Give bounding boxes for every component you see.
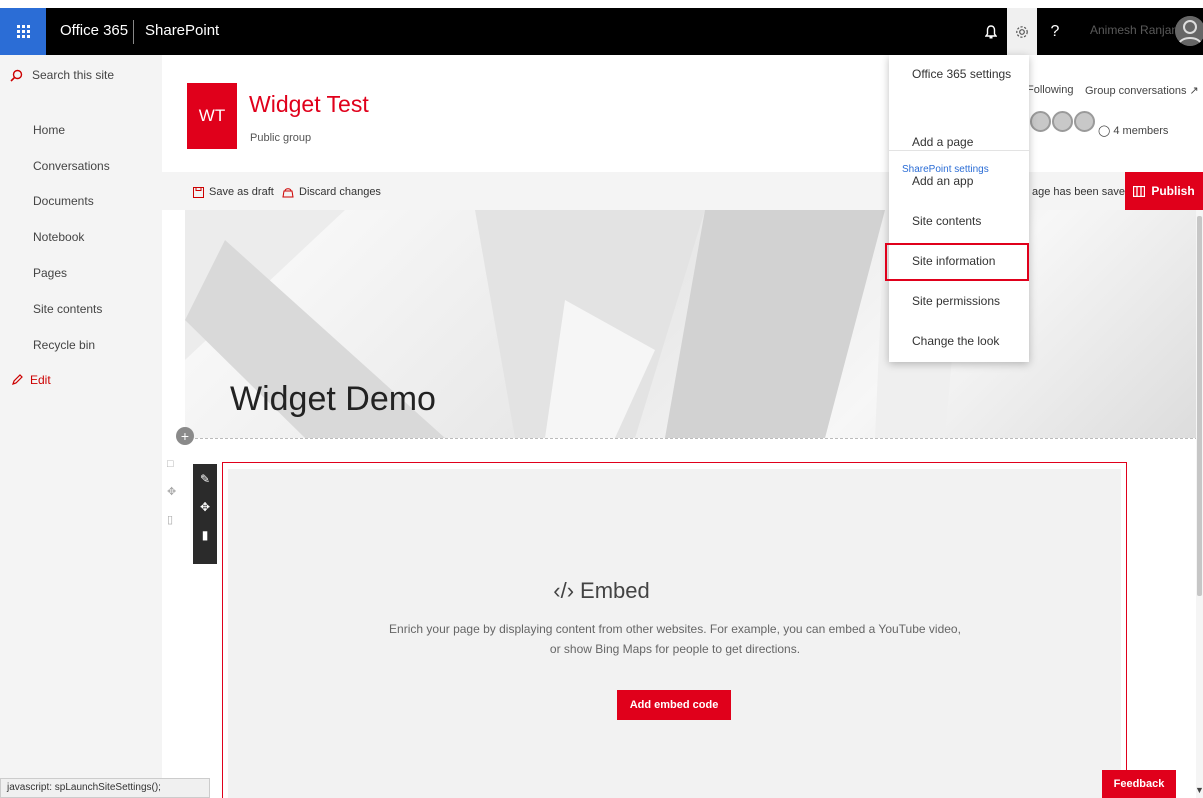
group-conversations-link[interactable]: Group conversations ↗ xyxy=(1085,84,1199,97)
person-icon xyxy=(1175,16,1203,46)
save-as-draft-label: Save as draft xyxy=(209,186,274,198)
members-label: 4 members xyxy=(1113,125,1169,137)
webpart-toolbar: ✎ ✥ ▮ xyxy=(193,464,217,564)
highlight-site-information xyxy=(885,243,1029,281)
page-saved-status: age has been saved xyxy=(1032,186,1132,198)
app-launcher-icon xyxy=(16,25,30,38)
embed-title: Embed xyxy=(580,578,650,603)
members-count[interactable]: ◯ 4 members xyxy=(1098,124,1168,137)
following-link[interactable]: Following xyxy=(1027,84,1073,96)
brand-divider xyxy=(133,20,134,44)
menu-item-site-permissions[interactable]: Site permissions xyxy=(912,294,1000,308)
search-placeholder: Search this site xyxy=(32,68,115,82)
nav-item-recycle-bin[interactable]: Recycle bin xyxy=(33,338,95,352)
edit-label: Edit xyxy=(30,373,51,387)
nav-item-pages[interactable]: Pages xyxy=(33,266,67,280)
edit-section-icon[interactable]: □ xyxy=(167,458,176,470)
discard-icon xyxy=(282,187,294,197)
pencil-icon xyxy=(12,374,23,385)
search-icon xyxy=(10,69,23,82)
left-navigation: Search this site Home Conversations Docu… xyxy=(0,55,162,798)
sharepoint-app-name[interactable]: SharePoint xyxy=(145,22,219,39)
embed-description: Enrich your page by displaying content f… xyxy=(360,619,990,659)
delete-webpart-icon[interactable]: ▮ xyxy=(202,528,209,542)
member-avatar xyxy=(1030,111,1051,132)
person-icon: ◯ xyxy=(1098,125,1114,137)
feedback-button[interactable]: Feedback xyxy=(1102,770,1176,798)
nav-item-notebook[interactable]: Notebook xyxy=(33,230,84,244)
member-avatars[interactable] xyxy=(1030,111,1095,132)
app-launcher-button[interactable] xyxy=(0,8,46,55)
discard-changes-label: Discard changes xyxy=(299,186,381,198)
menu-item-add-page[interactable]: Add a page xyxy=(912,135,973,149)
discard-changes-button[interactable]: Discard changes xyxy=(282,186,381,198)
member-avatar xyxy=(1052,111,1073,132)
embed-description-line: or show Bing Maps for people to get dire… xyxy=(549,642,801,656)
site-title[interactable]: Widget Test xyxy=(249,91,369,118)
save-as-draft-button[interactable]: Save as draft xyxy=(193,186,274,198)
site-logo[interactable]: WT xyxy=(187,83,237,149)
bell-icon xyxy=(985,25,997,39)
scroll-down-arrow[interactable]: ▼ xyxy=(1195,785,1203,795)
menu-item-change-the-look[interactable]: Change the look xyxy=(912,334,999,348)
page-title[interactable]: Widget Demo xyxy=(230,380,436,419)
sharepoint-page: Office 365 SharePoint ? Animesh Ranjan S… xyxy=(0,0,1203,798)
code-icon: ‹/› xyxy=(553,578,575,603)
user-name[interactable]: Animesh Ranjan xyxy=(1090,23,1178,37)
nav-item-home[interactable]: Home xyxy=(33,123,65,137)
menu-item-add-app[interactable]: Add an app xyxy=(912,174,973,188)
add-section-button[interactable]: + xyxy=(176,427,194,445)
publish-label: Publish xyxy=(1151,184,1195,198)
scrollbar-thumb[interactable] xyxy=(1197,216,1202,596)
plus-icon: + xyxy=(180,428,190,444)
browser-status-bar: javascript: spLaunchSiteSettings(); xyxy=(0,778,210,798)
move-section-icon[interactable]: ✥ xyxy=(167,485,176,498)
delete-section-icon[interactable]: ▯ xyxy=(167,513,176,526)
add-embed-code-button[interactable]: Add embed code xyxy=(617,690,731,720)
settings-menu: Office 365 settings SharePoint settings … xyxy=(889,55,1029,362)
member-avatar xyxy=(1074,111,1095,132)
menu-divider xyxy=(889,150,1029,151)
suite-bar: Office 365 SharePoint ? Animesh Ranjan xyxy=(0,8,1203,55)
edit-webpart-icon[interactable]: ✎ xyxy=(200,472,210,486)
site-subtitle: Public group xyxy=(250,132,312,144)
user-avatar[interactable] xyxy=(1175,16,1203,46)
save-icon xyxy=(193,186,204,198)
edit-links-button[interactable]: Edit xyxy=(11,373,51,387)
search-box[interactable]: Search this site xyxy=(10,68,114,82)
menu-item-office-365-settings[interactable]: Office 365 settings xyxy=(912,67,1011,81)
embed-description-line: Enrich your page by displaying content f… xyxy=(389,622,961,636)
publish-icon xyxy=(1133,185,1146,197)
nav-item-site-contents[interactable]: Site contents xyxy=(33,302,102,316)
publish-button[interactable]: Publish xyxy=(1125,172,1203,210)
embed-heading: ‹/› Embed xyxy=(0,578,1203,604)
notifications-button[interactable] xyxy=(978,18,1004,46)
help-button[interactable]: ? xyxy=(1045,18,1065,46)
gear-icon xyxy=(1016,25,1028,38)
nav-item-documents[interactable]: Documents xyxy=(33,194,94,208)
office-365-brand[interactable]: Office 365 xyxy=(60,22,128,39)
section-toolbar: □ ✥ ▯ xyxy=(167,458,176,526)
move-webpart-icon[interactable]: ✥ xyxy=(200,500,210,514)
settings-button[interactable] xyxy=(1007,8,1037,55)
nav-item-conversations[interactable]: Conversations xyxy=(33,159,110,173)
menu-item-site-contents[interactable]: Site contents xyxy=(912,214,981,228)
section-divider xyxy=(185,438,1203,439)
help-icon: ? xyxy=(1050,23,1060,40)
